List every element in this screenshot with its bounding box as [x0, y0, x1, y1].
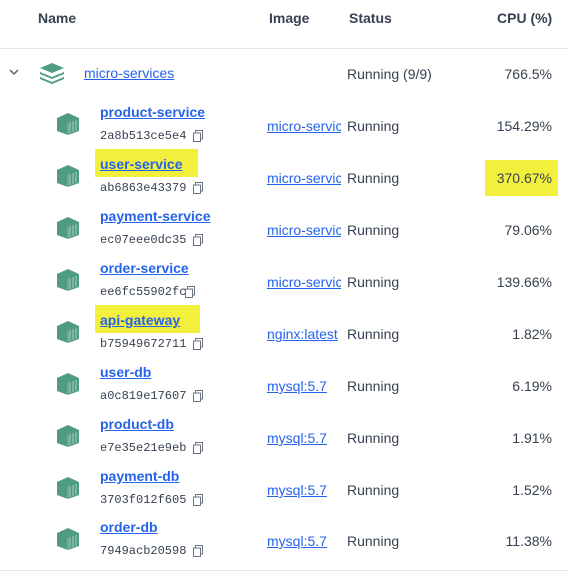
- container-id: e7e35e21e9eb: [100, 441, 187, 455]
- container-row[interactable]: order-db 7949acb20598 mysql:5.7 Running 11.3…: [0, 515, 568, 567]
- container-status: Running: [347, 274, 400, 290]
- header-name: Name: [38, 10, 77, 26]
- header-image: Image: [269, 10, 310, 26]
- container-name-link[interactable]: order-service: [100, 260, 189, 276]
- container-row[interactable]: user-service ab6863e43379 micro-services Ru…: [0, 149, 568, 204]
- container-cpu: 6.19%: [512, 378, 552, 394]
- container-name-link[interactable]: product-db: [100, 416, 174, 432]
- copy-icon[interactable]: [193, 129, 203, 142]
- chevron-down-icon[interactable]: [7, 65, 21, 79]
- image-link[interactable]: mysql:5.7: [267, 533, 341, 549]
- image-link[interactable]: mysql:5.7: [267, 430, 341, 446]
- container-status: Running: [347, 118, 400, 134]
- container-row[interactable]: order-service ee6fc55902fc micro-services R…: [0, 256, 568, 308]
- container-name-link[interactable]: user-db: [100, 364, 151, 380]
- container-icon: [57, 217, 79, 239]
- container-name-link[interactable]: user-service: [100, 156, 183, 172]
- group-status: Running (9/9): [347, 66, 432, 82]
- image-link[interactable]: mysql:5.7: [267, 482, 341, 498]
- container-cpu: 370.67%: [496, 170, 552, 186]
- copy-icon[interactable]: [193, 493, 203, 506]
- container-row[interactable]: user-db a0c819e17607 mysql:5.7 Running 6.19%: [0, 360, 568, 412]
- container-status: Running: [347, 482, 400, 498]
- image-link[interactable]: micro-services: [267, 274, 341, 290]
- group-row[interactable]: micro-services Running (9/9) 766.5%: [0, 48, 568, 100]
- container-row[interactable]: api-gateway b75949672711 nginx:latest Runni…: [0, 305, 568, 360]
- container-icon: [57, 373, 79, 395]
- copy-icon[interactable]: [193, 441, 203, 454]
- container-name-link[interactable]: api-gateway: [100, 312, 180, 328]
- container-name-link[interactable]: payment-db: [100, 468, 179, 484]
- container-cpu: 154.29%: [496, 118, 552, 134]
- image-link[interactable]: mysql:5.7: [267, 378, 341, 394]
- group-name-link[interactable]: micro-services: [84, 65, 174, 81]
- container-name-link[interactable]: order-db: [100, 519, 158, 535]
- container-status: Running: [347, 170, 400, 186]
- container-id: ee6fc55902fc: [100, 285, 187, 299]
- table-header: Name Image Status CPU (%): [0, 0, 568, 49]
- container-id: 2a8b513ce5e4: [100, 129, 187, 143]
- image-link[interactable]: micro-services: [267, 118, 341, 134]
- container-status: Running: [347, 378, 400, 394]
- container-status: Running: [347, 222, 400, 238]
- container-name-link[interactable]: payment-service: [100, 208, 211, 224]
- image-link[interactable]: nginx:latest: [267, 326, 341, 342]
- copy-icon[interactable]: [193, 181, 203, 194]
- copy-icon[interactable]: [193, 389, 203, 402]
- copy-icon[interactable]: [193, 233, 203, 246]
- container-cpu: 79.06%: [504, 222, 552, 238]
- container-icon: [57, 528, 79, 550]
- container-cpu: 1.91%: [512, 430, 552, 446]
- image-link[interactable]: micro-services: [267, 222, 341, 238]
- copy-icon[interactable]: [193, 544, 203, 557]
- container-row[interactable]: payment-service ec07eee0dc35 micro-service…: [0, 204, 568, 256]
- header-status: Status: [349, 10, 392, 26]
- container-icon: [57, 425, 79, 447]
- container-icon: [57, 269, 79, 291]
- container-status: Running: [347, 430, 400, 446]
- container-row[interactable]: product-service 2a8b513ce5e4 micro-service…: [0, 100, 568, 152]
- header-cpu[interactable]: CPU (%): [497, 10, 552, 26]
- container-icon: [57, 477, 79, 499]
- container-icon: [57, 321, 79, 343]
- container-cpu: 1.52%: [512, 482, 552, 498]
- container-row[interactable]: product-db e7e35e21e9eb mysql:5.7 Running 1.…: [0, 412, 568, 464]
- stack-icon: [40, 63, 64, 84]
- group-cpu: 766.5%: [504, 66, 552, 82]
- container-icon: [57, 165, 79, 187]
- copy-icon[interactable]: [193, 337, 203, 350]
- container-id: 7949acb20598: [100, 544, 187, 558]
- container-id: ab6863e43379: [100, 181, 187, 195]
- container-id: b75949672711: [100, 337, 187, 351]
- container-status: Running: [347, 326, 400, 342]
- container-cpu: 11.38%: [505, 533, 552, 549]
- container-status: Running: [347, 533, 400, 549]
- container-id: a0c819e17607: [100, 389, 187, 403]
- container-id: ec07eee0dc35: [100, 233, 187, 247]
- container-icon: [57, 113, 79, 135]
- copy-icon[interactable]: [185, 285, 195, 298]
- container-name-link[interactable]: product-service: [100, 104, 205, 120]
- container-cpu: 139.66%: [496, 274, 552, 290]
- container-cpu: 1.82%: [512, 326, 552, 342]
- container-row[interactable]: payment-db 3703f012f605 mysql:5.7 Running 1.…: [0, 464, 568, 516]
- image-link[interactable]: micro-services: [267, 170, 341, 186]
- table-bottom-divider: [0, 570, 568, 571]
- container-id: 3703f012f605: [100, 493, 187, 507]
